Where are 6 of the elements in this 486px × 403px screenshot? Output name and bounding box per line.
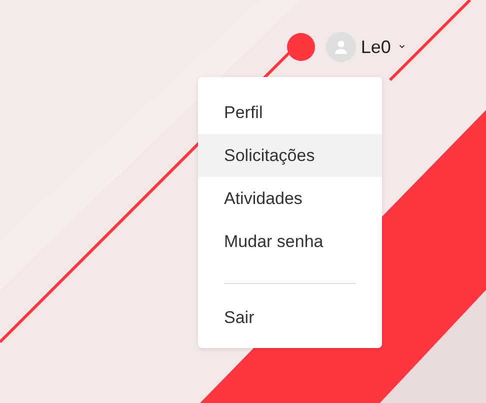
menu-item[interactable]: Atividades (198, 177, 382, 220)
menu-item[interactable]: Sair (198, 296, 382, 339)
menu-item[interactable]: Solicitações (198, 134, 382, 177)
user-menu-button[interactable]: Le0 ⌄ (360, 36, 407, 58)
menu-item[interactable]: Perfil (198, 91, 382, 134)
menu-item[interactable]: Mudar senha (198, 220, 382, 263)
